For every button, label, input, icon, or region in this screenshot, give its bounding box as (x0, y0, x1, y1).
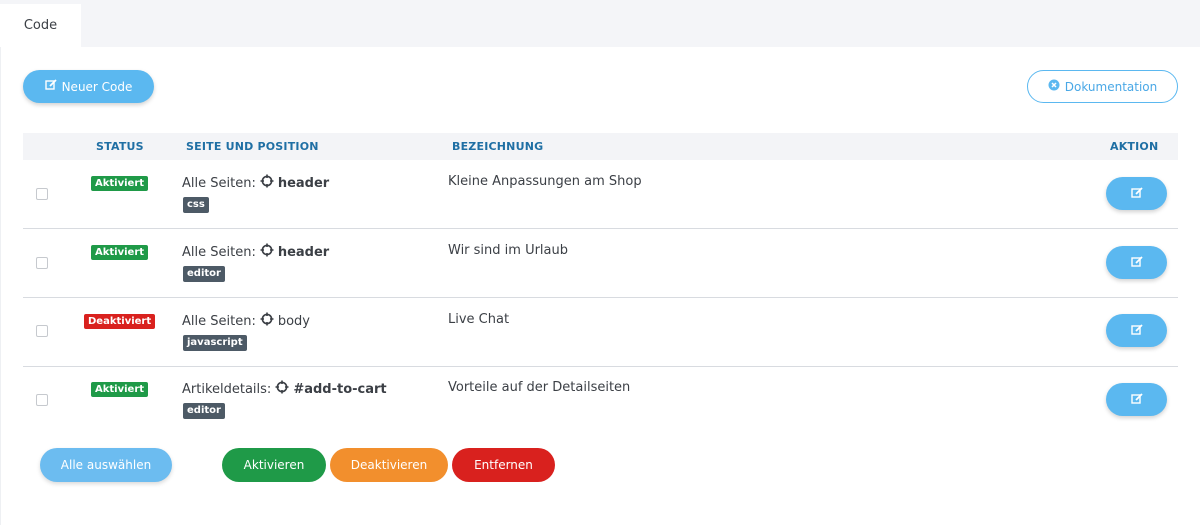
type-tag: editor (183, 403, 225, 419)
status-badge: Aktiviert (91, 176, 149, 191)
type-tag: javascript (183, 335, 247, 351)
edit-button[interactable] (1106, 177, 1167, 210)
page-label: Artikeldetails: (182, 381, 272, 397)
description-text: Live Chat (448, 312, 510, 327)
page-label: Alle Seiten: (182, 244, 256, 260)
type-tag: editor (183, 266, 225, 282)
description-text: Kleine Anpassungen am Shop (448, 174, 642, 189)
deactivate-button[interactable]: Deaktivieren (330, 448, 448, 482)
crosshair-icon (260, 312, 274, 330)
anchor-label: #add-to-cart (293, 381, 387, 397)
select-all-button[interactable]: Alle auswählen (40, 448, 172, 482)
page-position: Artikeldetails: #add-to-cart (182, 380, 387, 398)
row-checkbox[interactable] (36, 257, 48, 269)
page-position: Alle Seiten: header (182, 243, 329, 261)
page-position: Alle Seiten: body (182, 312, 310, 330)
documentation-label: Dokumentation (1064, 79, 1158, 94)
anchor-label: body (277, 313, 310, 329)
edit-button[interactable] (1106, 246, 1167, 279)
tab-bar: Code (0, 0, 1200, 47)
header-status: STATUS (96, 140, 144, 153)
status-badge: Deaktiviert (84, 314, 156, 329)
documentation-button[interactable]: Dokumentation (1027, 70, 1178, 103)
table-row: Aktiviert Alle Seiten: header editor Wir… (23, 229, 1178, 298)
row-checkbox[interactable] (36, 188, 48, 200)
table-row: Aktiviert Artikeldetails: #add-to-cart e… (23, 367, 1178, 436)
edit-button[interactable] (1106, 383, 1167, 416)
crosshair-icon (260, 243, 274, 261)
header-page-position: SEITE UND POSITION (186, 140, 319, 153)
table-header: STATUS SEITE UND POSITION BEZEICHNUNG AK… (23, 133, 1178, 160)
table-row: Deaktiviert Alle Seiten: body javascript… (23, 298, 1178, 367)
header-description: BEZEICHNUNG (452, 140, 544, 153)
crosshair-icon (260, 174, 274, 192)
edit-icon (1130, 321, 1143, 340)
edit-icon (1130, 253, 1143, 272)
edit-icon (1130, 390, 1143, 409)
crosshair-icon (275, 380, 289, 398)
remove-button[interactable]: Entfernen (452, 448, 555, 482)
anchor-label: header (277, 244, 330, 260)
page-label: Alle Seiten: (182, 175, 256, 191)
new-code-button[interactable]: Neuer Code (23, 70, 154, 103)
edit-button[interactable] (1106, 314, 1167, 347)
new-code-label: Neuer Code (61, 79, 133, 94)
info-circle-icon (1048, 79, 1060, 94)
anchor-label: header (277, 175, 330, 191)
row-checkbox[interactable] (36, 394, 48, 406)
type-tag: css (183, 197, 209, 213)
edit-icon (44, 79, 57, 94)
description-text: Wir sind im Urlaub (448, 243, 569, 258)
activate-button[interactable]: Aktivieren (222, 448, 326, 482)
description-text: Vorteile auf der Detailseiten (448, 380, 631, 395)
page-position: Alle Seiten: header (182, 174, 329, 192)
status-badge: Aktiviert (91, 245, 149, 260)
edit-icon (1130, 184, 1143, 203)
page-label: Alle Seiten: (182, 313, 256, 329)
status-badge: Aktiviert (91, 382, 149, 397)
table-row: Aktiviert Alle Seiten: header css Kleine… (23, 160, 1178, 229)
row-checkbox[interactable] (36, 325, 48, 337)
header-action: AKTION (1110, 140, 1159, 153)
tab-code[interactable]: Code (0, 4, 81, 47)
